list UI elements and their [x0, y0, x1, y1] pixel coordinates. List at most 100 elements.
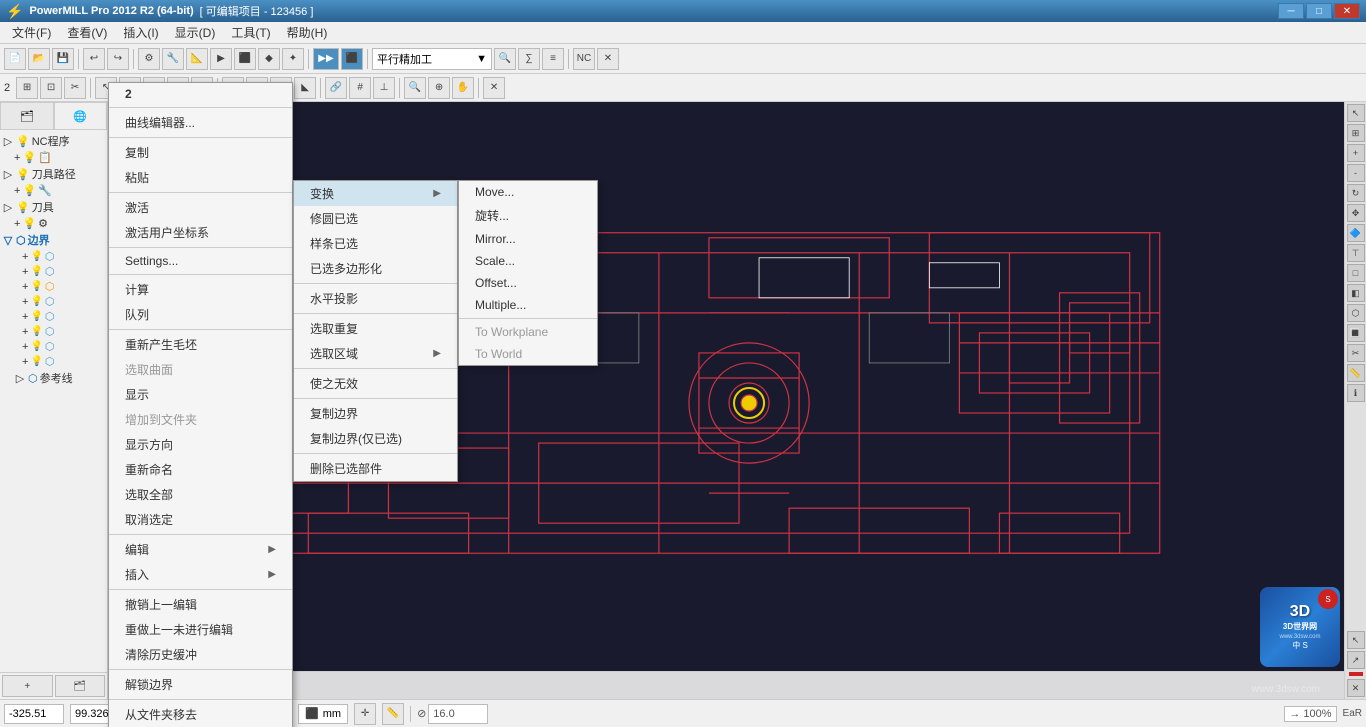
- tb2-pan[interactable]: ✋: [452, 77, 474, 99]
- ctx-undo-edit[interactable]: 撤销上一编辑: [109, 592, 292, 617]
- tree-toolpath[interactable]: ▷ 💡 刀具路径: [2, 165, 105, 183]
- tb2-btn2[interactable]: ⊡: [40, 77, 62, 99]
- ctx-calc[interactable]: 计算: [109, 277, 292, 302]
- tb-simulate2[interactable]: ⬛: [341, 48, 363, 70]
- tb2-btn1[interactable]: ⊞: [16, 77, 38, 99]
- rp-side[interactable]: ◧: [1347, 284, 1365, 302]
- ctx2-transform[interactable]: 变换 ▶: [294, 181, 457, 206]
- tb-undo[interactable]: ↩: [83, 48, 105, 70]
- ctx-rename[interactable]: 重新命名: [109, 457, 292, 482]
- ctx2-sel-region[interactable]: 选取区域 ▶: [294, 341, 457, 366]
- tb2-ortho[interactable]: ⊥: [373, 77, 395, 99]
- tb2-chamfer[interactable]: ◣: [294, 77, 316, 99]
- menu-display[interactable]: 显示(D): [167, 22, 224, 43]
- tb2-close[interactable]: ✕: [483, 77, 505, 99]
- ctx2-spline-sel[interactable]: 样条已选: [294, 231, 457, 256]
- strategy-dropdown[interactable]: 平行精加工 ▼: [372, 48, 492, 70]
- rp-select[interactable]: ↖: [1347, 104, 1365, 122]
- ctx-settings[interactable]: Settings...: [109, 250, 292, 272]
- rp-zoom-in[interactable]: +: [1347, 144, 1365, 162]
- ctx3-to-world[interactable]: To World: [459, 343, 597, 365]
- minimize-button[interactable]: ─: [1278, 3, 1304, 19]
- ctx-curve-editor[interactable]: 曲线编辑器...: [109, 110, 292, 135]
- rp-wire[interactable]: ⬡: [1347, 304, 1365, 322]
- ctx3-scale[interactable]: Scale...: [459, 250, 597, 272]
- tb-btn3[interactable]: ⚙: [138, 48, 160, 70]
- ctx3-offset[interactable]: Offset...: [459, 272, 597, 294]
- border-item-5[interactable]: + 💡 ⬡: [22, 309, 105, 324]
- ctx2-invalidate[interactable]: 使之无效: [294, 371, 457, 396]
- ctx-redo-edit[interactable]: 重做上一未进行编辑: [109, 617, 292, 642]
- rp-rotate[interactable]: ↻: [1347, 184, 1365, 202]
- tb-new[interactable]: 📄: [4, 48, 26, 70]
- tb-close-path[interactable]: ✕: [597, 48, 619, 70]
- tab-world[interactable]: 🌐: [54, 102, 108, 130]
- rp-cursor2[interactable]: ↗: [1347, 651, 1365, 669]
- ctx-regen-stock[interactable]: 重新产生毛坯: [109, 332, 292, 357]
- rp-shade[interactable]: 🔳: [1347, 324, 1365, 342]
- tree-tool-sub[interactable]: + 💡 ⚙: [14, 216, 105, 231]
- menu-help[interactable]: 帮助(H): [279, 22, 336, 43]
- ctx-paste[interactable]: 粘贴: [109, 165, 292, 190]
- ctx-select-all[interactable]: 选取全部: [109, 482, 292, 507]
- border-item-7[interactable]: + 💡 ⬡: [22, 339, 105, 354]
- ctx-unlock[interactable]: 解锁边界: [109, 672, 292, 697]
- menu-view[interactable]: 查看(V): [59, 22, 115, 43]
- panel-btn2[interactable]: 🗂: [55, 675, 106, 697]
- ctx-clear-history[interactable]: 清除历史缓冲: [109, 642, 292, 667]
- ctx-insert[interactable]: 插入 ▶: [109, 562, 292, 587]
- ctx-copy[interactable]: 复制: [109, 140, 292, 165]
- ctx3-rotate[interactable]: 旋转...: [459, 203, 597, 228]
- ctx2-horiz-proj[interactable]: 水平投影: [294, 286, 457, 311]
- tb2-btn3[interactable]: ✂: [64, 77, 86, 99]
- close-button[interactable]: ✕: [1334, 3, 1360, 19]
- tree-nc-sub[interactable]: + 💡 📋: [14, 150, 105, 165]
- border-item-3[interactable]: + 💡 ⬡: [22, 279, 105, 294]
- menu-insert[interactable]: 插入(I): [115, 22, 166, 43]
- ctx2-poly-sel[interactable]: 已选多边形化: [294, 256, 457, 281]
- ctx2-sel-repeat[interactable]: 选取重复: [294, 316, 457, 341]
- tb2-zoom[interactable]: 🔍: [404, 77, 426, 99]
- tb-simulate[interactable]: ▶▶: [313, 48, 339, 70]
- ctx-select-surface[interactable]: 选取曲面: [109, 357, 292, 382]
- tb-btn6[interactable]: ▶: [210, 48, 232, 70]
- border-item-8[interactable]: + 💡 ⬡: [22, 354, 105, 369]
- border-item-2[interactable]: + 💡 ⬡: [22, 264, 105, 279]
- tb-btn4[interactable]: 🔧: [162, 48, 184, 70]
- tree-nc[interactable]: ▷ 💡 NC程序: [2, 132, 105, 150]
- tb-redo[interactable]: ↪: [107, 48, 129, 70]
- tb-btn7[interactable]: ⬛: [234, 48, 256, 70]
- rp-meas[interactable]: 📏: [1347, 364, 1365, 382]
- rp-front[interactable]: □: [1347, 264, 1365, 282]
- tab-explorer[interactable]: 🗂: [0, 102, 54, 130]
- menu-tools[interactable]: 工具(T): [223, 22, 278, 43]
- rp-close[interactable]: ✕: [1347, 679, 1365, 697]
- border-item-4[interactable]: + 💡 ⬡: [22, 294, 105, 309]
- tb-btn5[interactable]: 📐: [186, 48, 208, 70]
- tb-calc[interactable]: ∑: [518, 48, 540, 70]
- tree-boundary[interactable]: ▽ ⬡ 边界: [2, 231, 105, 249]
- tb-btn9[interactable]: ✦: [282, 48, 304, 70]
- tree-tp-sub[interactable]: + 💡 🔧: [14, 183, 105, 198]
- ctx-remove-folder[interactable]: 从文件夹移去: [109, 702, 292, 727]
- tb-queue[interactable]: ≡: [542, 48, 564, 70]
- border-item-6[interactable]: + 💡 ⬡: [22, 324, 105, 339]
- ctx3-multiple[interactable]: Multiple...: [459, 294, 597, 316]
- rp-top[interactable]: ⊤: [1347, 244, 1365, 262]
- rp-zoom-out[interactable]: -: [1347, 164, 1365, 182]
- rp-iso[interactable]: 🔷: [1347, 224, 1365, 242]
- maximize-button[interactable]: □: [1306, 3, 1332, 19]
- tb2-zoom-sel[interactable]: ⊕: [428, 77, 450, 99]
- menu-file[interactable]: 文件(F): [4, 22, 59, 43]
- ctx-queue[interactable]: 队列: [109, 302, 292, 327]
- ctx-display[interactable]: 显示: [109, 382, 292, 407]
- border-item-1[interactable]: + 💡 ⬡: [22, 249, 105, 264]
- ctx3-move[interactable]: Move...: [459, 181, 597, 203]
- rp-cursor[interactable]: ↖: [1347, 631, 1365, 649]
- status-measure[interactable]: 📏: [382, 703, 404, 725]
- ctx-deselect[interactable]: 取消选定: [109, 507, 292, 532]
- rp-info[interactable]: ℹ: [1347, 384, 1365, 402]
- tree-tool[interactable]: ▷ 💡 刀具: [2, 198, 105, 216]
- ctx-edit[interactable]: 编辑 ▶: [109, 537, 292, 562]
- panel-btn1[interactable]: +: [2, 675, 53, 697]
